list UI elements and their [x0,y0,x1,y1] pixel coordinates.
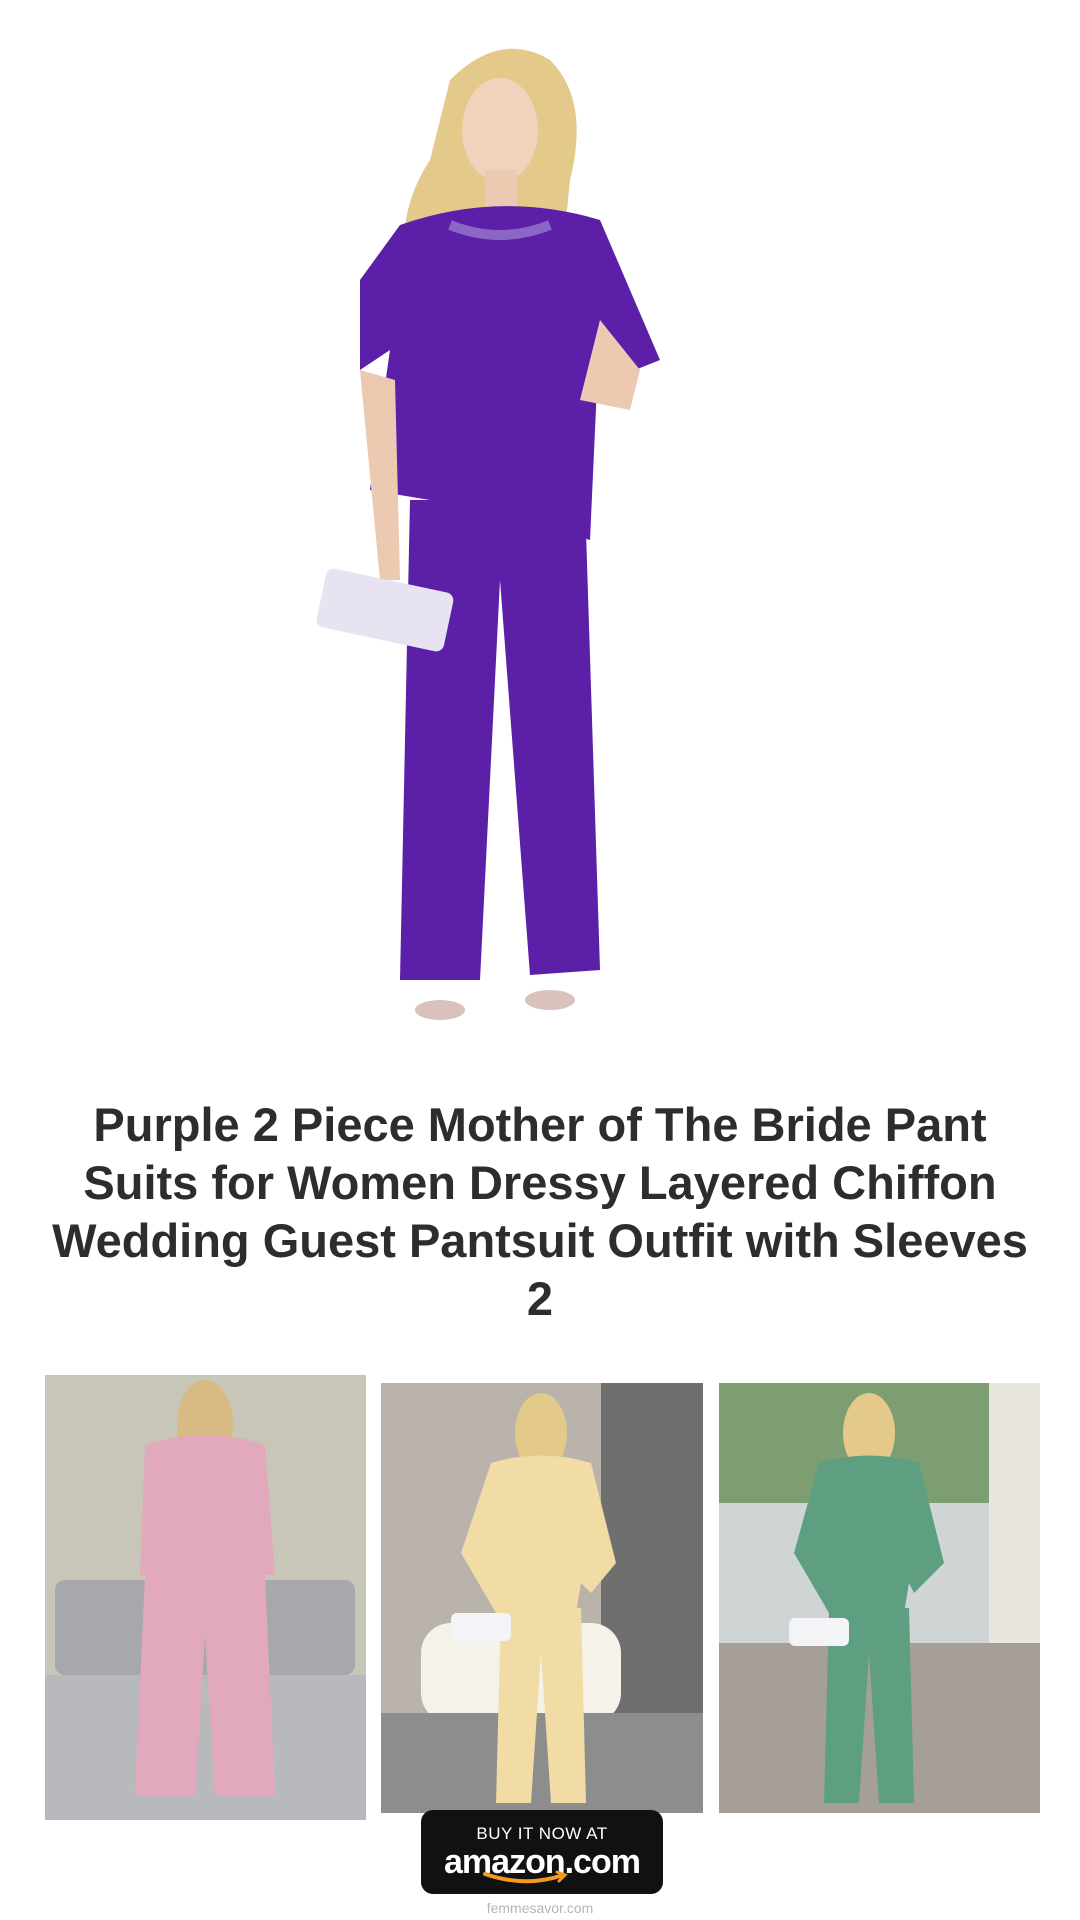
footer-site-label: femmesavor.com [486,1900,594,1916]
thumbnail-champagne[interactable] [381,1383,703,1813]
product-title: Purple 2 Piece Mother of The Bride Pant … [52,1098,1028,1325]
hero-product-image[interactable] [300,20,780,1040]
thumbnail-sage-green[interactable] [719,1383,1040,1813]
thumbnail-pink-back-view[interactable] [45,1375,366,1820]
buy-it-now-label: BUY IT NOW AT [476,1824,608,1843]
buy-on-amazon-button[interactable]: BUY IT NOW AT amazon.com [421,1810,663,1894]
amazon-smile-icon [483,1870,568,1884]
product-page: Purple 2 Piece Mother of The Bride Pant … [0,0,1080,1920]
